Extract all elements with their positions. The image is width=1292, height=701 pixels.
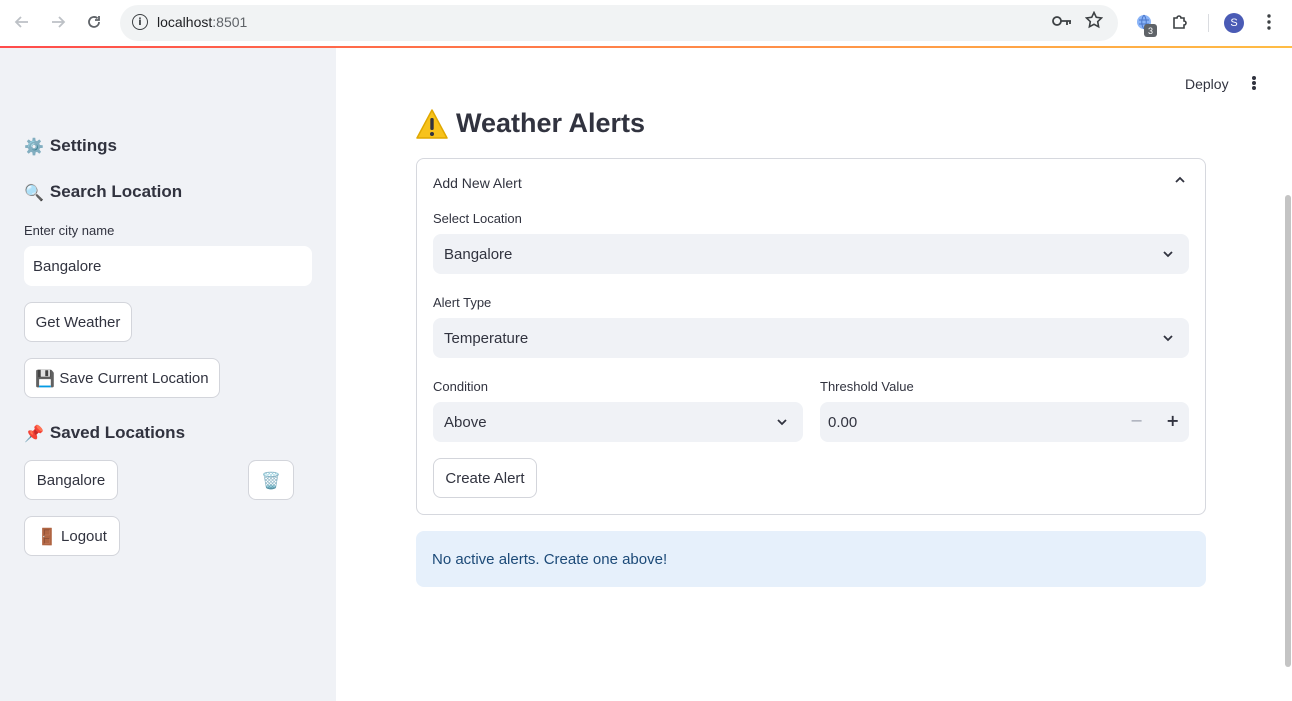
page-title: Weather Alerts (416, 108, 645, 139)
condition-label: Condition (433, 379, 488, 394)
gear-icon: ⚙️ (24, 136, 44, 156)
profile-avatar[interactable]: S (1224, 13, 1244, 33)
chevron-up-icon[interactable] (1173, 173, 1187, 192)
deploy-button[interactable]: Deploy (1185, 76, 1229, 92)
location-select-label: Select Location (433, 211, 522, 226)
pushpin-icon: 📌 (24, 423, 44, 443)
city-input[interactable]: Bangalore (24, 246, 312, 286)
expander-title[interactable]: Add New Alert (433, 175, 522, 191)
get-weather-button[interactable]: Get Weather (24, 302, 132, 342)
alert-type-label: Alert Type (433, 295, 492, 310)
search-location-heading: 🔍 Search Location (24, 182, 182, 202)
condition-value: Above (444, 413, 487, 431)
trash-icon: 🗑️ (261, 470, 281, 490)
threshold-number-input[interactable]: 0.00 − + (820, 402, 1189, 442)
alert-type-select[interactable]: Temperature (433, 318, 1189, 358)
saved-locations-heading: 📌 Saved Locations (24, 423, 185, 443)
browser-toolbar: i localhost:8501 3 S (0, 0, 1292, 46)
extension-badge: 3 (1144, 24, 1157, 37)
door-icon: 🚪 (37, 526, 58, 546)
add-alert-expander: Add New Alert Select Location Bangalore … (416, 158, 1206, 515)
bookmark-star-icon[interactable] (1084, 10, 1104, 33)
chevron-down-icon (775, 415, 789, 433)
condition-select[interactable]: Above (433, 402, 803, 442)
warning-icon (416, 108, 448, 139)
reload-icon[interactable] (83, 11, 105, 33)
chevron-down-icon (1161, 247, 1175, 265)
search-heading-text: Search Location (49, 182, 183, 201)
delete-location-button[interactable]: 🗑️ (248, 460, 294, 500)
settings-heading: ⚙️ Settings (24, 136, 117, 156)
app-menu-icon[interactable] (1250, 74, 1258, 92)
logout-label: Logout (61, 527, 107, 545)
settings-heading-text: Settings (49, 136, 117, 155)
create-alert-button[interactable]: Create Alert (433, 458, 537, 498)
get-weather-label: Get Weather (35, 313, 121, 331)
alert-type-value: Temperature (444, 329, 529, 347)
info-message: No active alerts. Create one above! (432, 550, 668, 568)
save-location-label: Save Current Location (59, 369, 209, 387)
info-alert-box: No active alerts. Create one above! (416, 531, 1206, 587)
address-bar[interactable] (120, 5, 1118, 41)
create-alert-label: Create Alert (445, 469, 525, 487)
browser-menu-icon[interactable] (1266, 14, 1272, 34)
back-arrow-icon[interactable] (11, 11, 33, 33)
decrement-icon[interactable]: − (1130, 411, 1143, 430)
page-title-text: Weather Alerts (456, 108, 646, 138)
city-input-label: Enter city name (24, 223, 115, 238)
save-location-button[interactable]: 💾 Save Current Location (24, 358, 220, 398)
floppy-disk-icon: 💾 (35, 368, 56, 388)
extensions-puzzle-icon[interactable] (1171, 12, 1189, 34)
password-key-icon[interactable] (1052, 13, 1072, 32)
url-host: localhost (157, 14, 213, 30)
location-select-value: Bangalore (444, 245, 513, 263)
site-info-icon[interactable]: i (132, 14, 148, 30)
saved-location-label: Bangalore (36, 471, 106, 489)
url-text[interactable]: localhost:8501 (157, 14, 247, 30)
threshold-value: 0.00 (828, 413, 858, 431)
scrollbar[interactable] (1285, 195, 1291, 667)
threshold-label: Threshold Value (820, 379, 914, 394)
saved-heading-text: Saved Locations (49, 423, 186, 442)
magnifier-icon: 🔍 (24, 182, 44, 202)
increment-icon[interactable]: + (1166, 411, 1179, 430)
location-select[interactable]: Bangalore (433, 234, 1189, 274)
logout-button[interactable]: 🚪 Logout (24, 516, 120, 556)
toolbar-divider (1208, 14, 1209, 32)
saved-location-button[interactable]: Bangalore (24, 460, 118, 500)
url-port: :8501 (212, 14, 248, 30)
chevron-down-icon (1161, 331, 1175, 349)
forward-arrow-icon[interactable] (47, 11, 69, 33)
